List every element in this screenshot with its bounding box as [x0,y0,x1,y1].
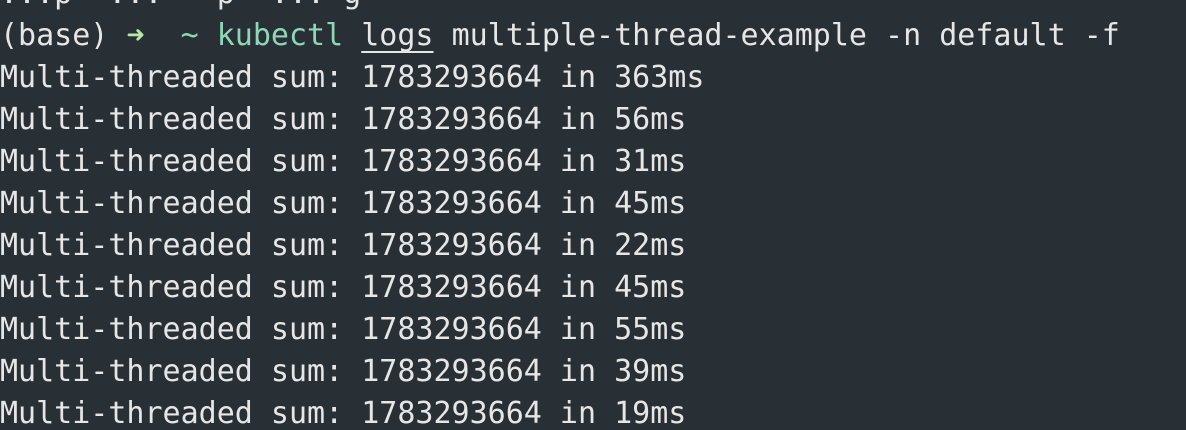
prompt-arrow-icon: ➜ [126,18,145,53]
output-line: Multi-threaded sum: 1783293664 in 19ms [0,396,687,430]
output-line: Multi-threaded sum: 1783293664 in 45ms [0,270,687,305]
prompt-directory: ~ [180,18,199,53]
terminal-scrollback: ...p ... p ... g (base) ➜ ~ kubectl logs… [0,0,1186,430]
output-line: Multi-threaded sum: 1783293664 in 55ms [0,312,687,347]
command-name: kubectl [216,18,344,53]
command-subcommand: logs [361,18,434,53]
output-line: Multi-threaded sum: 1783293664 in 22ms [0,228,687,263]
output-line: Multi-threaded sum: 1783293664 in 363ms [0,60,705,95]
output-line: Multi-threaded sum: 1783293664 in 45ms [0,186,687,221]
command-args: multiple-thread-example -n default -f [451,18,1120,53]
prompt-env: (base) [0,18,109,53]
output-line: Multi-threaded sum: 1783293664 in 56ms [0,102,687,137]
output-line: Multi-threaded sum: 1783293664 in 39ms [0,354,687,389]
output-line: Multi-threaded sum: 1783293664 in 31ms [0,144,687,179]
terminal-partial-line: ...p ... p ... g [0,0,1186,15]
terminal-window[interactable]: ...p ... p ... g (base) ➜ ~ kubectl logs… [0,0,1186,430]
prompt-line[interactable]: (base) ➜ ~ kubectl logs multiple-thread-… [0,15,1186,57]
